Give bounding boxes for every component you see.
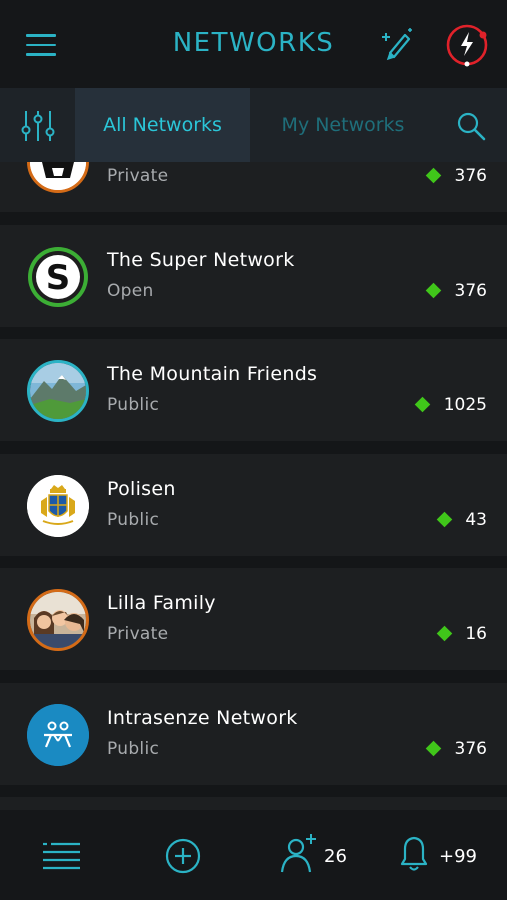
network-name: The Super Network — [107, 249, 295, 271]
network-name: Intrasenze Network — [107, 707, 298, 729]
mountain-landscape-photo — [30, 363, 86, 419]
intrasenze-logo — [27, 704, 89, 766]
network-avatar — [27, 475, 89, 537]
status-diamond-icon — [436, 625, 453, 642]
sliders-icon — [21, 111, 55, 141]
network-type: Private — [107, 624, 169, 644]
edit-button[interactable] — [378, 26, 414, 62]
network-type: Public — [107, 510, 160, 530]
network-name: The Mountain Friends — [107, 363, 318, 385]
network-avatar — [27, 704, 89, 766]
network-type: Open — [107, 281, 154, 301]
add-button[interactable] — [164, 837, 202, 875]
tab-bar: All Networks My Networks — [0, 88, 507, 162]
svg-text:S: S — [46, 258, 71, 298]
tab-my-networks[interactable]: My Networks — [258, 88, 428, 162]
member-count: 43 — [465, 510, 487, 530]
status-diamond-icon — [425, 740, 442, 757]
member-count: 1025 — [443, 395, 487, 415]
member-count: 376 — [454, 739, 487, 759]
top-header: NETWORKS — [0, 0, 507, 88]
network-avatar — [27, 162, 89, 193]
add-circle-icon — [165, 838, 201, 874]
search-icon — [457, 112, 486, 141]
partial-black-white-logo — [30, 162, 86, 190]
network-list: Private 376 S The Super Network Open 376 — [0, 162, 507, 810]
network-avatar — [27, 589, 89, 651]
list-item[interactable]: Private 376 — [0, 162, 507, 212]
member-count: 376 — [454, 166, 487, 186]
police-crest — [27, 475, 89, 537]
member-count: 376 — [454, 281, 487, 301]
filter-button[interactable] — [20, 108, 56, 144]
member-count: 16 — [465, 624, 487, 644]
power-lightning-icon — [446, 24, 488, 67]
network-type: Public — [107, 739, 160, 759]
network-name: Polisen — [107, 478, 176, 500]
network-avatar — [27, 360, 89, 422]
bottom-toolbar: 26 +99 — [0, 810, 507, 900]
list-item[interactable]: Lilla Family Private 16 — [0, 568, 507, 670]
status-diamond-icon — [414, 396, 431, 413]
notifications-count: +99 — [439, 846, 477, 867]
list-item[interactable] — [0, 797, 507, 810]
network-name: Lilla Family — [107, 592, 216, 614]
search-button[interactable] — [455, 110, 487, 142]
page-title: NETWORKS — [172, 28, 335, 58]
power-button[interactable] — [444, 22, 490, 68]
network-avatar: S — [27, 246, 89, 308]
notifications-button[interactable] — [398, 834, 430, 874]
network-type: Private — [107, 166, 169, 186]
list-item[interactable]: Polisen Public 43 — [0, 454, 507, 556]
magic-pen-icon — [382, 28, 412, 61]
tab-all-networks[interactable]: All Networks — [75, 88, 250, 162]
family-photo — [30, 592, 86, 648]
status-diamond-icon — [425, 167, 442, 184]
list-icon — [43, 842, 80, 870]
list-item[interactable]: S The Super Network Open 376 — [0, 225, 507, 327]
bell-icon — [400, 836, 428, 871]
list-item[interactable]: Intrasenze Network Public 376 — [0, 683, 507, 785]
contacts-count: 26 — [324, 846, 347, 867]
status-diamond-icon — [425, 282, 442, 299]
add-contact-icon — [280, 834, 316, 873]
super-s-logo: S — [28, 247, 88, 307]
network-type: Public — [107, 395, 160, 415]
contacts-button[interactable] — [280, 832, 320, 874]
list-item[interactable]: The Mountain Friends Public 1025 — [0, 339, 507, 441]
status-diamond-icon — [436, 511, 453, 528]
list-button[interactable] — [42, 840, 82, 872]
